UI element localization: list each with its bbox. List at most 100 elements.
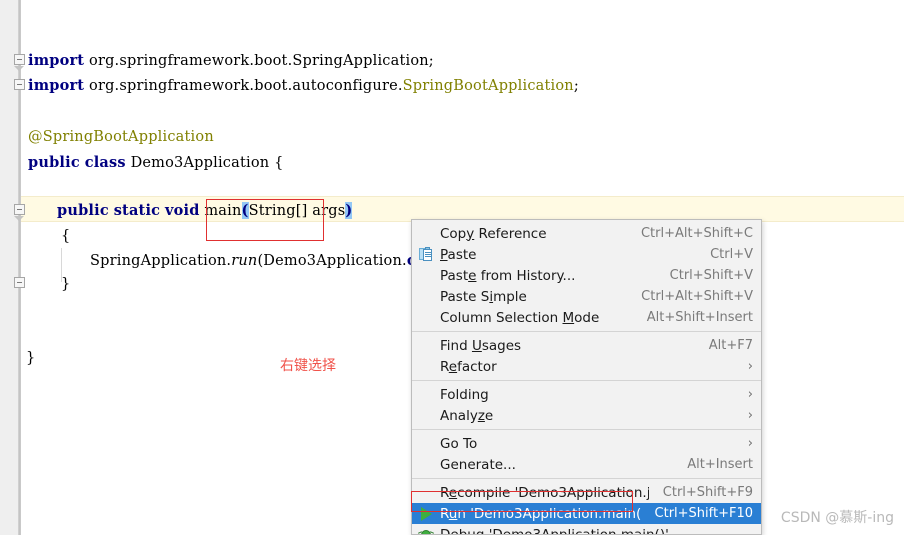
code-line-class-decl: public class Demo3Application { [28,154,284,171]
menu-item-label: Paste [440,246,477,263]
code-line-run-call: SpringApplication.run(Demo3Application.c [90,252,416,269]
menu-item-shortcut: Alt+Insert [687,457,753,472]
menu-item-label: Debug 'Demo3Application.main()' [440,527,753,535]
code-line-import-1: import org.springframework.boot.SpringAp… [28,52,434,69]
menu-icon-empty [412,405,440,426]
fold-marker-method[interactable] [14,204,25,215]
menu-item-shortcut: Ctrl+Alt+Shift+V [641,289,753,304]
import-1-path: org.springframework.boot.SpringApplicati… [84,53,434,69]
editor-context-menu[interactable]: Copy Reference Ctrl+Alt+Shift+C Paste Ctrl+… [411,219,762,535]
screenshot-root: import org.springframework.boot.SpringAp… [0,0,904,535]
menu-item-shortcut: Alt+F7 [708,338,753,353]
menu-item-label: Folding [440,386,489,403]
menu-item-refactor[interactable]: Refactor › [412,356,761,377]
menu-separator [412,478,761,479]
menu-item-label: Refactor [440,358,497,375]
menu-separator [412,429,761,430]
menu-item-find-usages[interactable]: Find Usages Alt+F7 [412,335,761,356]
class-name: Demo3Application [130,155,270,171]
keyword-public: public [28,154,80,171]
menu-item-shortcut: Ctrl+Alt+Shift+C [640,226,753,241]
paste-icon [412,244,440,265]
fold-marker-class-end[interactable] [14,277,25,288]
menu-item-go-to[interactable]: Go To › [412,433,761,454]
keyword-public-2: public [57,202,109,219]
menu-icon-empty [412,265,440,286]
code-line-body-open: { [61,228,71,244]
menu-item-generate[interactable]: Generate... Alt+Insert [412,454,761,475]
menu-icon-empty [412,223,440,244]
menu-item-debug-main[interactable]: Debug 'Demo3Application.main()' [412,524,761,535]
menu-item-label: Generate... [440,456,516,473]
menu-icon-empty [412,482,440,503]
debug-bug-icon [412,524,440,534]
chevron-right-icon: › [747,408,753,423]
chevron-right-icon: › [747,387,753,402]
menu-icon-empty [412,454,440,475]
menu-item-mnemonic: P [440,246,448,263]
menu-icon-empty [412,384,440,405]
menu-icon-empty [412,335,440,356]
menu-item-analyze[interactable]: Analyze › [412,405,761,426]
menu-item-paste[interactable]: Paste Ctrl+V [412,244,761,265]
run-play-icon [412,503,440,524]
red-annotation-box-main [206,199,324,241]
code-line-class-close: } [26,350,36,366]
menu-item-label: Go To [440,435,478,452]
menu-item-column-selection-mode[interactable]: Column Selection Mode Alt+Shift+Insert [412,307,761,328]
keyword-void: void [165,202,200,219]
menu-item-mnemonic: D [440,526,451,535]
menu-item-paste-from-history[interactable]: Paste from History... Ctrl+Shift+V [412,265,761,286]
menu-icon-empty [412,433,440,454]
menu-separator [412,380,761,381]
chevron-right-icon: › [747,359,753,374]
code-line-body-close: } [61,276,71,292]
menu-item-mnemonic: e [448,358,458,375]
menu-item-label: Find Usages [440,337,522,354]
keyword-import: import [28,52,85,69]
menu-item-label: Paste from History... [440,267,576,284]
menu-separator [412,331,761,332]
menu-item-mnemonic: e [468,267,477,284]
menu-icon-empty [412,286,440,307]
run-call-args: (Demo3Application. [257,253,407,269]
fold-rail-mid [19,65,20,79]
menu-item-mnemonic: u [448,505,458,522]
chevron-right-icon: › [747,436,753,451]
import-2-path: org.springframework.boot.autoconfigure. [84,78,403,94]
menu-item-mnemonic: e [448,484,458,501]
menu-item-shortcut: Alt+Shift+Insert [646,310,753,325]
keyword-class: class [84,154,126,171]
menu-item-shortcut: Ctrl+Shift+F9 [662,485,753,500]
menu-item-copy-reference[interactable]: Copy Reference Ctrl+Alt+Shift+C [412,223,761,244]
fold-rail-bottom [19,288,20,535]
menu-item-recompile[interactable]: Recompile 'Demo3Application.java' Ctrl+Sh… [412,482,761,503]
keyword-import-2: import [28,77,85,94]
keyword-static: static [113,202,161,219]
code-line-import-2: import org.springframework.boot.autoconf… [28,77,579,94]
menu-item-paste-simple[interactable]: Paste Simple Ctrl+Alt+Shift+V [412,286,761,307]
menu-item-shortcut: Ctrl+V [710,247,753,262]
code-line-annotation: @SpringBootApplication [28,129,214,145]
menu-item-mnemonic: i [489,288,494,305]
fold-rail-method [19,215,20,277]
fold-rail-top [19,0,20,54]
menu-item-label: Recompile 'Demo3Application.java' [440,484,649,501]
menu-item-label: Analyze [440,407,494,424]
menu-item-label: Paste Simple [440,288,527,305]
menu-item-mnemonic: y [466,225,475,242]
menu-item-folding[interactable]: Folding › [412,384,761,405]
menu-item-mnemonic: M [562,309,575,326]
menu-icon-empty [412,356,440,377]
run-call-method: run [231,253,258,269]
menu-item-label: Run 'Demo3Application.main()' [440,505,641,522]
fold-marker-import-1[interactable] [14,54,25,65]
menu-item-run-main[interactable]: Run 'Demo3Application.main()' Ctrl+Shift+… [412,503,761,524]
paren-close-highlight: ) [345,202,353,219]
import-2-semicolon: ; [573,78,579,94]
menu-item-label: Column Selection Mode [440,309,600,326]
annotation-note-right-click: 右键选择 [280,358,336,374]
fold-marker-import-2[interactable] [14,79,25,90]
menu-icon-empty [412,307,440,328]
menu-item-shortcut: Ctrl+Shift+F10 [654,506,753,521]
